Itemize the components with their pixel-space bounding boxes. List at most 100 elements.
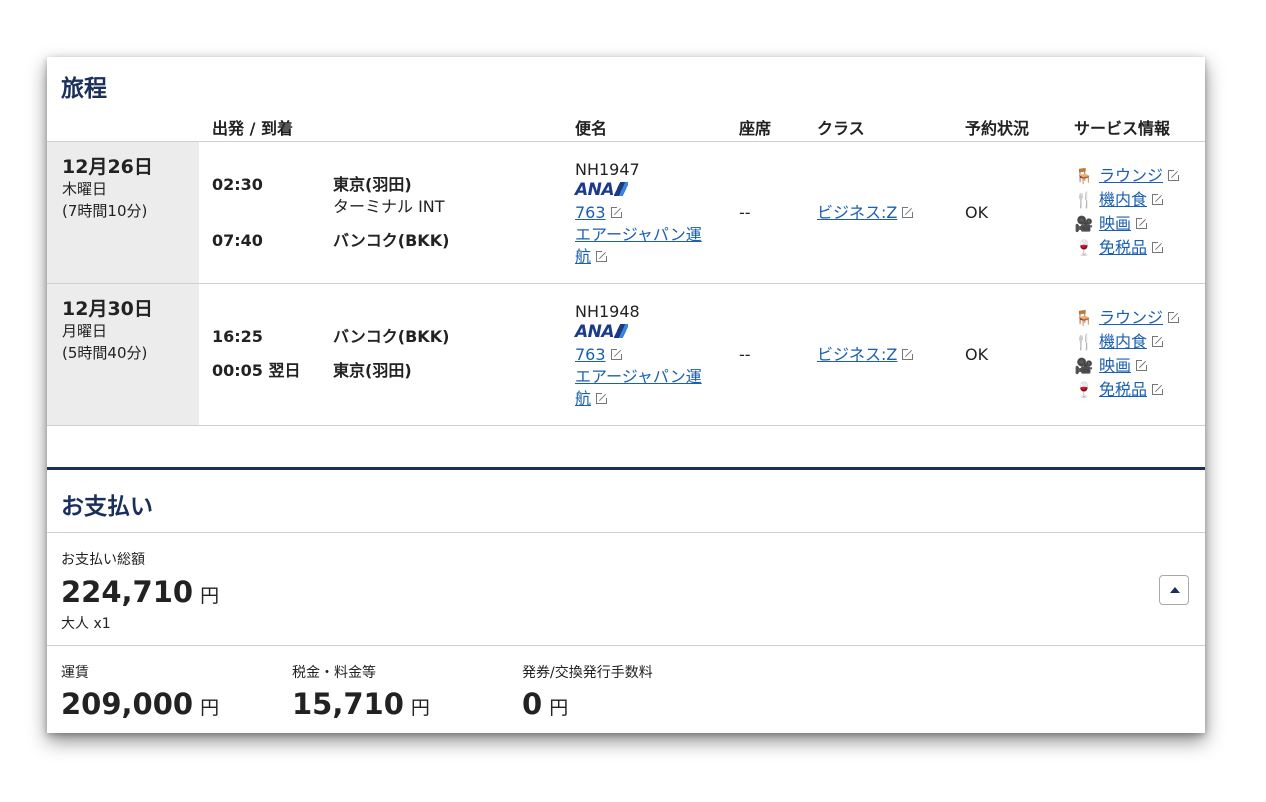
passenger-count: 大人 x1 [61,616,111,632]
collapse-toggle-button[interactable] [1159,575,1189,605]
service-link-text[interactable]: 免税品 [1099,379,1147,401]
service-movie[interactable]: 🎥 映画 [1073,354,1179,378]
ana-logo: ANA [575,322,629,342]
aircraft-link[interactable]: 763 [575,202,623,224]
external-link-icon [1152,192,1165,205]
flight-number: NH1948 [575,302,640,321]
service-link-text[interactable]: 映画 [1099,213,1131,235]
fee-label: 発券/交換発行手数料 [522,665,653,681]
flight-weekday: 月曜日 [62,322,108,340]
service-links: 🪑 ラウンジ 🍴 機内食 🎥 映画 🍷 免税品 [1073,306,1181,402]
service-movie[interactable]: 🎥 映画 [1073,212,1179,236]
service-meal[interactable]: 🍴 機内食 [1073,188,1179,212]
flight-duration: (5時間40分) [62,344,148,362]
flight-duration: (7時間10分) [62,202,148,220]
aircraft-link-text[interactable]: 763 [575,203,606,222]
service-link-text[interactable]: 機内食 [1099,189,1147,211]
operator-link-text-2[interactable]: 航 [575,389,591,408]
service-link-text[interactable]: 映画 [1099,355,1131,377]
duty-free-icon: 🍷 [1074,381,1094,399]
aircraft-link-text[interactable]: 763 [575,345,606,364]
operator-link-text[interactable]: エアージャパン運 [575,225,702,244]
payment-title: お支払い [61,494,153,520]
flight-weekday: 木曜日 [62,180,108,198]
payment-section-bar [47,467,1205,470]
total-unit: 円 [200,585,220,607]
ana-logo: ANA [575,180,629,200]
departure-time: 16:25 [212,327,263,346]
external-link-icon [1152,382,1165,395]
header-dep-arr: 出発 / 到着 [212,119,293,138]
operator-link[interactable]: エアージャパン運 航 [575,224,725,268]
service-link-text[interactable]: ラウンジ [1099,307,1163,329]
external-link-icon [1152,334,1165,347]
external-link-icon [610,206,623,218]
header-class: クラス [817,119,865,138]
status-value: OK [965,345,989,364]
external-link-icon [596,250,609,262]
movie-icon: 🎥 [1074,215,1094,233]
fare-unit: 円 [200,697,220,719]
departure-place: バンコク(BKK) [333,327,450,346]
fare-amount: 209,000 [61,687,194,721]
fee-unit: 円 [549,697,569,719]
service-lounge[interactable]: 🪑 ラウンジ [1073,306,1181,330]
service-lounge[interactable]: 🪑 ラウンジ [1073,164,1181,188]
service-link-text[interactable]: ラウンジ [1099,165,1163,187]
arrival-time: 07:40 [212,231,263,250]
aircraft-link[interactable]: 763 [575,344,623,366]
external-link-icon [902,206,915,218]
external-link-icon [1152,240,1165,253]
arrival-place: バンコク(BKK) [333,231,450,250]
duty-free-icon: 🍷 [1074,239,1094,257]
service-link-text[interactable]: 機内食 [1099,331,1147,353]
class-link[interactable]: ビジネス:Z [817,344,915,366]
fee-amount: 0 [522,687,543,721]
fee-amount-row: 0円 [522,687,568,721]
departure-place: 東京(羽田) [333,175,412,194]
tax-amount-row: 15,710 円 [292,687,430,721]
lounge-icon: 🪑 [1074,167,1094,185]
operator-link-text[interactable]: エアージャパン運 [575,367,702,386]
reservation-card: 旅程 出発 / 到着 便名 座席 クラス 予約状況 サービス情報 12月26日 … [47,57,1205,733]
external-link-icon [610,348,623,360]
movie-icon: 🎥 [1074,357,1094,375]
ana-logo-text: ANA [575,180,615,200]
operator-link-text-2[interactable]: 航 [575,247,591,266]
header-flight: 便名 [575,119,608,138]
external-link-icon [1168,168,1181,181]
payment-divider [47,645,1205,646]
class-link-text[interactable]: ビジネス:Z [817,203,897,222]
external-link-icon [596,392,609,404]
total-amount: 224,710 [61,575,194,609]
meal-icon: 🍴 [1074,333,1094,351]
header-status: 予約状況 [965,119,1030,138]
service-duty-free[interactable]: 🍷 免税品 [1073,236,1179,260]
date-cell: 12月26日 木曜日 (7時間10分) [47,142,199,283]
operator-link[interactable]: エアージャパン運 航 [575,366,725,410]
external-link-icon [1136,358,1149,371]
ana-stripe-icon [614,182,629,196]
class-link-text[interactable]: ビジネス:Z [817,345,897,364]
header-service: サービス情報 [1074,119,1171,138]
flight-date: 12月26日 [62,156,153,178]
arrival-time: 00:05 翌日 [212,361,301,380]
service-link-text[interactable]: 免税品 [1099,237,1147,259]
external-link-icon [1168,310,1181,323]
itinerary-row: 12月26日 木曜日 (7時間10分) 02:30 東京(羽田) ターミナル I… [47,142,1205,284]
tax-amount: 15,710 [292,687,404,721]
fare-label: 運賃 [61,665,89,681]
service-meal[interactable]: 🍴 機内食 [1073,330,1179,354]
flight-number: NH1947 [575,160,640,179]
class-link[interactable]: ビジネス:Z [817,202,915,224]
total-label: お支払い総額 [61,552,145,568]
tax-unit: 円 [410,697,430,719]
tax-label: 税金・料金等 [292,665,376,681]
service-duty-free[interactable]: 🍷 免税品 [1073,378,1179,402]
departure-time: 02:30 [212,175,263,194]
flight-date: 12月30日 [62,298,153,320]
external-link-icon [902,348,915,360]
fare-amount-row: 209,000 円 [61,687,219,721]
meal-icon: 🍴 [1074,191,1094,209]
itinerary-title: 旅程 [61,76,107,102]
